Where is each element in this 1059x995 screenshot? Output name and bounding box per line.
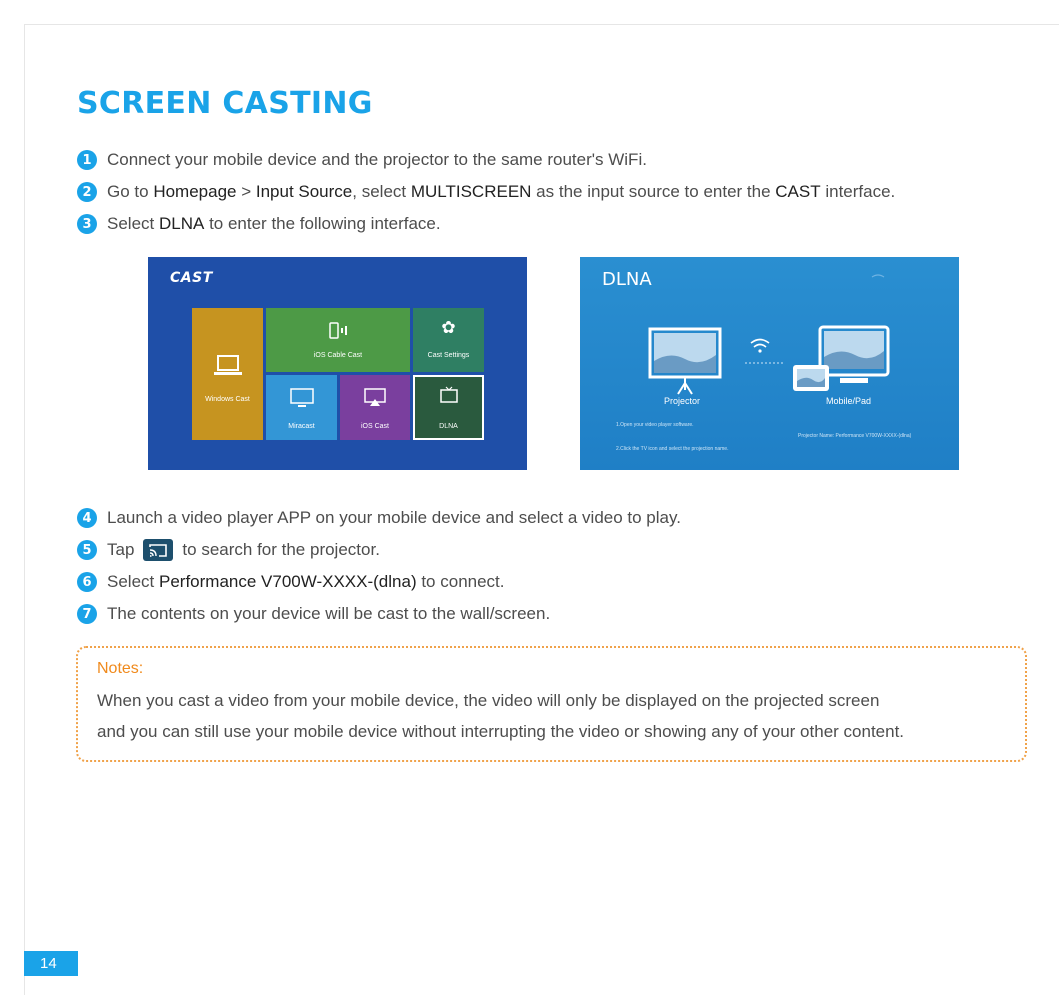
step-text: to connect. <box>416 572 505 591</box>
monitor-icon <box>290 388 314 407</box>
airplay-icon <box>364 388 386 406</box>
tile-ios-cable-cast: iOS Cable Cast <box>266 308 410 372</box>
step-bold-text: MULTISCREEN <box>410 182 532 201</box>
step-text: Connect your mobile device and the proje… <box>107 150 647 169</box>
step-text: Select <box>107 214 159 233</box>
step-text: as the input source to enter the <box>531 182 776 201</box>
step-number: 1 <box>77 150 97 170</box>
step-text: , select <box>352 182 411 201</box>
step-text: to enter the following interface. <box>204 214 441 233</box>
tv-icon <box>440 386 458 403</box>
step-number: 2 <box>77 182 97 202</box>
step-bold-text: DLNA <box>158 214 205 233</box>
mobile-pad-label: Mobile/Pad <box>826 396 872 406</box>
tile-cast-settings: ✿ Cast Settings <box>413 308 484 372</box>
projector-label: Projector <box>664 396 701 406</box>
step-bold-text: CAST <box>775 182 821 201</box>
step-text: The contents on your device will be cast… <box>107 604 551 623</box>
cast-interface-screenshot: CAST Windows Cast iOS Cable Cast ✿ Cast … <box>148 257 527 470</box>
tile-dlna: DLNA <box>413 375 484 440</box>
step-2: 2 Go to Homepage > Input Source, select … <box>77 179 895 205</box>
page-number: 14 <box>24 951 78 976</box>
step-bold-text: Input Source <box>255 182 353 201</box>
tile-label: iOS Cast <box>360 423 389 430</box>
cast-logo: CAST <box>170 270 213 286</box>
step-number: 6 <box>77 572 97 592</box>
step-bold-text: Homepage <box>153 182 237 201</box>
step-text: Launch a video player APP on your mobile… <box>107 508 681 527</box>
step-number: 3 <box>77 214 97 234</box>
notes-line-2: and you can still use your mobile device… <box>97 722 905 741</box>
step-bold-text: Performance V700W-XXXX-(dlna) <box>158 572 417 591</box>
step-number: 4 <box>77 508 97 528</box>
step-6: 6 Select Performance V700W-XXXX-(dlna) t… <box>77 569 505 595</box>
step-number: 7 <box>77 604 97 624</box>
notes-heading: Notes: <box>97 660 144 677</box>
step-3: 3 Select DLNA to enter the following int… <box>77 211 441 237</box>
step-text: Select <box>107 572 159 591</box>
phone-cable-icon <box>329 322 347 339</box>
tile-label: Cast Settings <box>427 352 470 359</box>
instruction-2: 2.Click the TV icon and select the proje… <box>616 446 729 452</box>
step-text: Tap <box>107 540 135 559</box>
instruction-1: 1.Open your video player software. <box>616 422 694 428</box>
page-left-rule <box>24 24 25 995</box>
step-5: 5 Tap to search for the projector. <box>77 537 380 563</box>
cast-icon <box>143 539 174 561</box>
notes-line-1: When you cast a video from your mobile d… <box>97 691 880 710</box>
tile-label: Windows Cast <box>205 396 250 403</box>
step-4: 4 Launch a video player APP on your mobi… <box>77 505 681 531</box>
projector-name-text: Projector Name: Performance V700W-XXXX-(… <box>798 433 912 439</box>
step-text: interface. <box>820 182 896 201</box>
gear-icon: ✿ <box>441 318 456 337</box>
tile-label: iOS Cable Cast <box>313 352 363 359</box>
tile-ios-cast: iOS Cast <box>340 375 410 440</box>
notes-box: Notes: When you cast a video from your m… <box>76 646 1027 762</box>
step-text: > <box>236 182 256 201</box>
tile-miracast: Miracast <box>266 375 337 440</box>
step-text: to search for the projector. <box>182 540 380 559</box>
laptop-icon <box>214 355 242 375</box>
tile-label: Miracast <box>288 423 315 430</box>
step-text: Go to <box>107 182 154 201</box>
step-1: 1 Connect your mobile device and the pro… <box>77 147 647 173</box>
tile-label: DLNA <box>439 423 458 430</box>
dlna-interface-screenshot: DLNA Projector Mobile/Pad 1.Open your vi… <box>580 257 959 470</box>
tile-windows-cast: Windows Cast <box>192 308 263 440</box>
step-7: 7 The contents on your device will be ca… <box>77 601 550 627</box>
step-number: 5 <box>77 540 97 560</box>
page-title: SCREEN CASTING <box>77 86 373 121</box>
page-top-rule <box>24 24 1059 25</box>
